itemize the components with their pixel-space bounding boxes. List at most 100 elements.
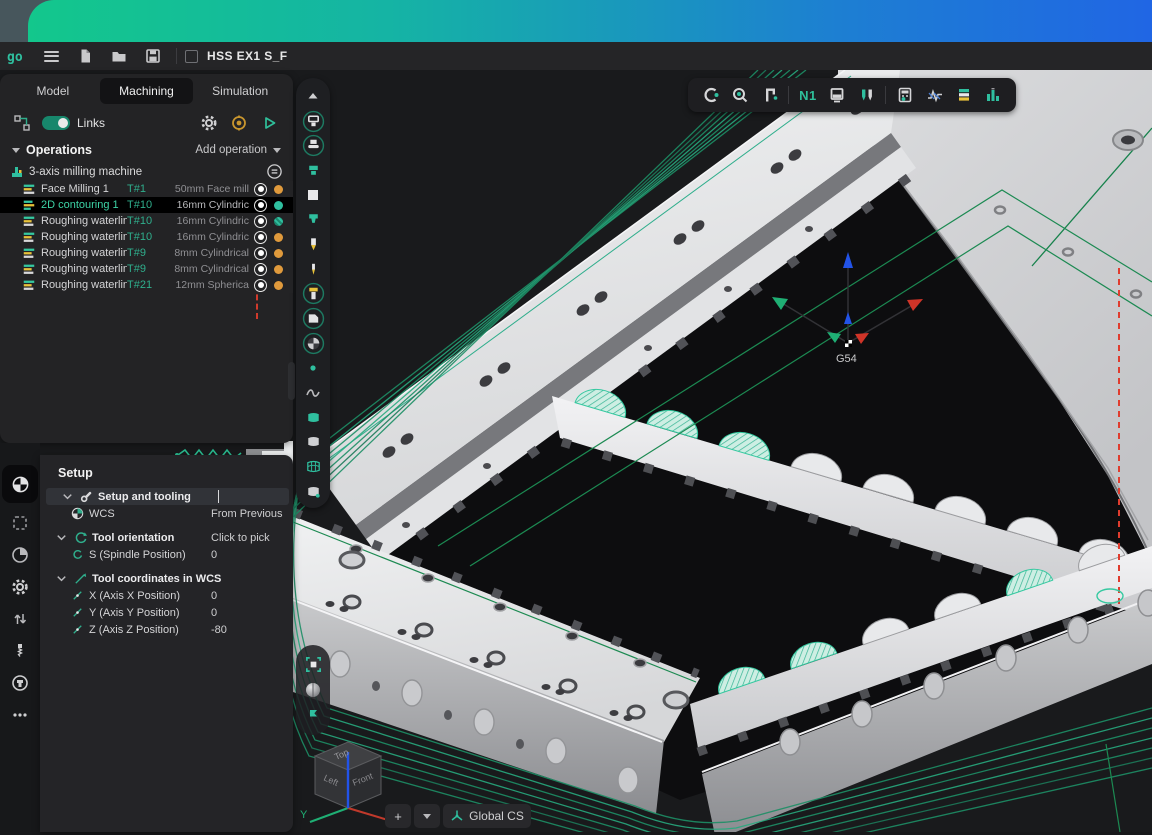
fit-view-button[interactable]	[300, 652, 326, 677]
left-sidebar	[0, 443, 40, 832]
toggle-holder-visibility[interactable]	[300, 207, 326, 232]
operation-radio[interactable]	[254, 215, 267, 228]
tool-number: T#1	[127, 183, 163, 195]
face-milling-icon	[22, 182, 36, 196]
main-menu-button[interactable]	[36, 44, 66, 68]
statistics-button[interactable]	[979, 81, 1008, 109]
sidebar-item-holder[interactable]	[2, 667, 38, 699]
collision-check-button[interactable]	[696, 81, 725, 109]
tab-simulation[interactable]: Simulation	[193, 78, 287, 104]
add-operation-chevron[interactable]	[273, 148, 281, 153]
operation-row[interactable]: Face Milling 1 T#1 50mm Face mill	[0, 181, 293, 197]
surface-point-icon	[304, 482, 323, 501]
new-file-button[interactable]	[70, 44, 100, 68]
operation-radio[interactable]	[254, 199, 267, 212]
operation-name: Roughing waterline 1	[41, 215, 127, 227]
signal-chart-button[interactable]	[920, 81, 949, 109]
toggle-curves-visibility[interactable]	[300, 380, 326, 405]
machine-monitor-button[interactable]	[823, 81, 852, 109]
measure-button[interactable]	[755, 81, 784, 109]
operation-radio[interactable]	[254, 183, 267, 196]
toggle-tool-tip-visibility[interactable]	[300, 257, 326, 282]
sidebar-item-disc[interactable]	[2, 539, 38, 571]
calculator-button[interactable]	[890, 81, 919, 109]
sidebar-item-tool[interactable]	[2, 635, 38, 667]
setup-row-x[interactable]: X (Axis X Position) 0	[40, 587, 293, 604]
operations-collapse-chevron[interactable]	[12, 148, 20, 153]
operation-radio[interactable]	[254, 231, 267, 244]
setup-row-label: X (Axis X Position)	[89, 590, 180, 602]
toggle-assembly-visibility[interactable]	[300, 282, 326, 307]
operations-settings-button[interactable]	[197, 112, 221, 134]
calculator-icon	[895, 85, 915, 105]
sidebar-item-more[interactable]	[2, 699, 38, 731]
add-operation-button[interactable]: Add operation	[195, 144, 267, 156]
setup-row-tooling[interactable]: Setup and tooling	[46, 488, 289, 505]
cs-dropdown-button[interactable]	[414, 804, 440, 828]
operation-row[interactable]: Roughing waterline 3 T#9 8mm Cylindrical	[0, 245, 293, 261]
toggle-fixture-visibility[interactable]	[300, 158, 326, 183]
tab-model[interactable]: Model	[6, 78, 100, 104]
setup-row-wcs[interactable]: WCS From Previous	[40, 505, 293, 522]
axis-icon	[73, 571, 88, 586]
toggle-faces-visibility[interactable]	[300, 430, 326, 455]
operation-radio[interactable]	[254, 247, 267, 260]
setup-row-z[interactable]: Z (Axis Z Position) -80	[40, 621, 293, 638]
sidebar-item-sort[interactable]	[2, 603, 38, 635]
operation-radio[interactable]	[254, 263, 267, 276]
save-button[interactable]	[138, 44, 168, 68]
toggle-machine-visibility[interactable]	[300, 109, 326, 134]
titlebar-separator	[176, 48, 177, 64]
machine-node[interactable]: 3-axis milling machine	[0, 162, 293, 181]
setup-row-value: 0	[211, 590, 283, 602]
app-logo[interactable]: go	[2, 43, 32, 69]
add-cs-button[interactable]: +	[385, 804, 411, 828]
cs-triad-icon	[450, 809, 464, 823]
sidebar-item-wcs[interactable]	[2, 465, 38, 503]
tool-layers-button[interactable]	[949, 81, 978, 109]
project-checkbox[interactable]	[185, 50, 198, 63]
toggle-mesh-visibility[interactable]	[300, 454, 326, 479]
toggle-wcs-visibility[interactable]	[300, 331, 326, 356]
view-tools	[296, 645, 330, 735]
status-dot	[274, 249, 283, 258]
flag-button[interactable]	[300, 704, 326, 729]
toggle-head-visibility[interactable]	[300, 133, 326, 158]
tab-machining[interactable]: Machining	[100, 78, 194, 104]
machine-menu-icon[interactable]	[266, 163, 283, 180]
setup-row-y[interactable]: Y (Axis Y Position) 0	[40, 604, 293, 621]
wcs-label: G54	[836, 353, 857, 365]
toggle-stock-visibility[interactable]	[300, 183, 326, 208]
run-simulation-button[interactable]	[257, 112, 281, 134]
setup-row-value: 0	[211, 549, 283, 561]
shading-mode-button[interactable]	[300, 678, 326, 703]
links-toggle[interactable]	[42, 116, 70, 130]
global-cs-button[interactable]: Global CS	[443, 804, 531, 828]
setup-row-coords[interactable]: Tool coordinates in WCS	[40, 570, 293, 587]
operation-row[interactable]: Roughing waterline 1 T#10 16mm Cylindric	[0, 213, 293, 229]
rebuild-button[interactable]	[227, 112, 251, 134]
tool-small-icon	[304, 260, 323, 279]
open-file-button[interactable]	[104, 44, 134, 68]
toggle-surfaces-visibility[interactable]	[300, 405, 326, 430]
operation-row[interactable]: Roughing waterline 2 T#10 16mm Cylindric	[0, 229, 293, 245]
toggle-points-visibility[interactable]	[300, 356, 326, 381]
operation-row-selected[interactable]: 2D contouring 1 T#10 16mm Cylindric	[0, 197, 293, 213]
operation-row[interactable]: Roughing waterline 4 T#9 8mm Cylindrical	[0, 261, 293, 277]
workpiece-block-icon	[302, 307, 325, 330]
panel-collapse-handle[interactable]	[288, 362, 295, 400]
setup-row-spindle[interactable]: S (Spindle Position) 0	[40, 546, 293, 563]
operation-name: Roughing waterline 2	[41, 231, 127, 243]
sidebar-item-selection[interactable]	[2, 507, 38, 539]
sidebar-item-settings[interactable]	[2, 571, 38, 603]
gcode-button[interactable]: N1	[793, 81, 822, 109]
scroll-up-button[interactable]	[300, 84, 326, 109]
toggle-result-visibility[interactable]	[300, 479, 326, 504]
toggle-workpiece-visibility[interactable]	[300, 306, 326, 331]
probe-button[interactable]	[725, 81, 754, 109]
setup-row-orientation[interactable]: Tool orientation Click to pick	[40, 529, 293, 546]
operation-radio[interactable]	[254, 279, 267, 292]
operation-row[interactable]: Roughing waterline 5 T#21 12mm Spherica	[0, 277, 293, 293]
toggle-tool-visibility[interactable]	[300, 232, 326, 257]
tool-pair-button[interactable]	[852, 81, 881, 109]
